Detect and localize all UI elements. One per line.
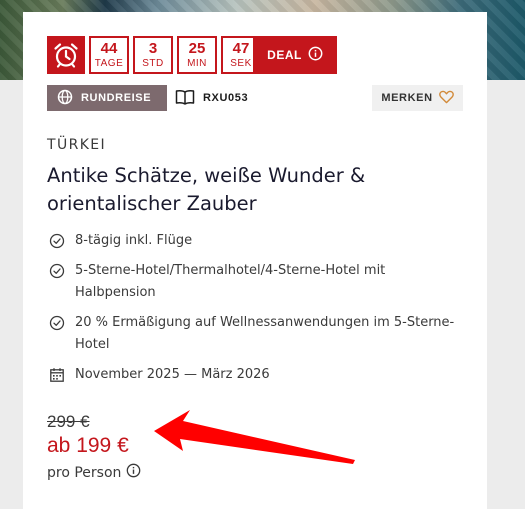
deal-badge[interactable]: DEAL [253, 36, 337, 74]
heart-icon [438, 90, 454, 107]
price-unit: pro Person [47, 463, 141, 482]
countdown-hours: 3 STD [133, 36, 173, 74]
countdown-timer: 44 TAGE 3 STD 25 MIN 47 SEK [47, 36, 261, 74]
countdown-seconds-unit: SEK [230, 57, 252, 69]
offer-code: RXU053 [175, 85, 248, 111]
countdown-hours-value: 3 [148, 39, 158, 57]
info-icon[interactable] [126, 463, 141, 482]
check-circle-icon [47, 312, 67, 334]
feature-text: 8-tägig inkl. Flüge [75, 233, 193, 248]
offer-code-label: RXU053 [203, 92, 249, 104]
countdown-days: 44 TAGE [89, 36, 129, 74]
countdown-hours-unit: STD [142, 57, 164, 69]
list-item: 5-Sterne-Hotel/Thermalhotel/4-Sterne-Hot… [47, 260, 467, 304]
feature-text: 20 % Ermäßigung auf Wellnessanwendungen … [75, 315, 455, 352]
save-label: MERKEN [381, 92, 433, 104]
check-circle-icon [47, 230, 67, 252]
list-item: 8-tägig inkl. Flüge [47, 230, 467, 252]
countdown-minutes-unit: MIN [187, 57, 207, 69]
deal-label: DEAL [267, 48, 302, 62]
calendar-icon [47, 364, 67, 386]
offer-card[interactable]: 44 TAGE 3 STD 25 MIN 47 SEK DEAL RUNDREI… [23, 12, 487, 509]
tag-row: RUNDREISE RXU053 MERKEN [47, 85, 463, 111]
travel-period: November 2025 — März 2026 [75, 367, 270, 382]
countdown-days-unit: TAGE [94, 57, 124, 69]
offer-title[interactable]: Antike Schätze, weiße Wunder & orientali… [47, 162, 467, 218]
feature-text: 5-Sterne-Hotel/Thermalhotel/4-Sterne-Hot… [75, 263, 386, 300]
check-circle-icon [47, 260, 67, 282]
price-block: 299 € ab 199 € pro Person [47, 412, 141, 482]
travel-type-tag: RUNDREISE [47, 85, 167, 111]
current-price: ab 199 € [47, 434, 129, 457]
countdown-minutes-value: 25 [188, 39, 206, 57]
info-icon[interactable] [308, 46, 323, 64]
globe-icon [57, 89, 73, 108]
price-unit-label: pro Person [47, 464, 122, 481]
destination-country: TÜRKEI [47, 137, 107, 153]
alarm-clock-icon [47, 36, 85, 74]
countdown-days-value: 44 [100, 39, 118, 57]
list-item: November 2025 — März 2026 [47, 364, 467, 386]
countdown-minutes: 25 MIN [177, 36, 217, 74]
countdown-seconds-value: 47 [232, 39, 250, 57]
book-icon [175, 89, 195, 108]
save-button[interactable]: MERKEN [372, 85, 463, 111]
feature-list: 8-tägig inkl. Flüge 5-Sterne-Hotel/Therm… [47, 230, 467, 394]
list-item: 20 % Ermäßigung auf Wellnessanwendungen … [47, 312, 467, 356]
old-price: 299 € [47, 412, 90, 431]
travel-type-label: RUNDREISE [81, 92, 152, 104]
